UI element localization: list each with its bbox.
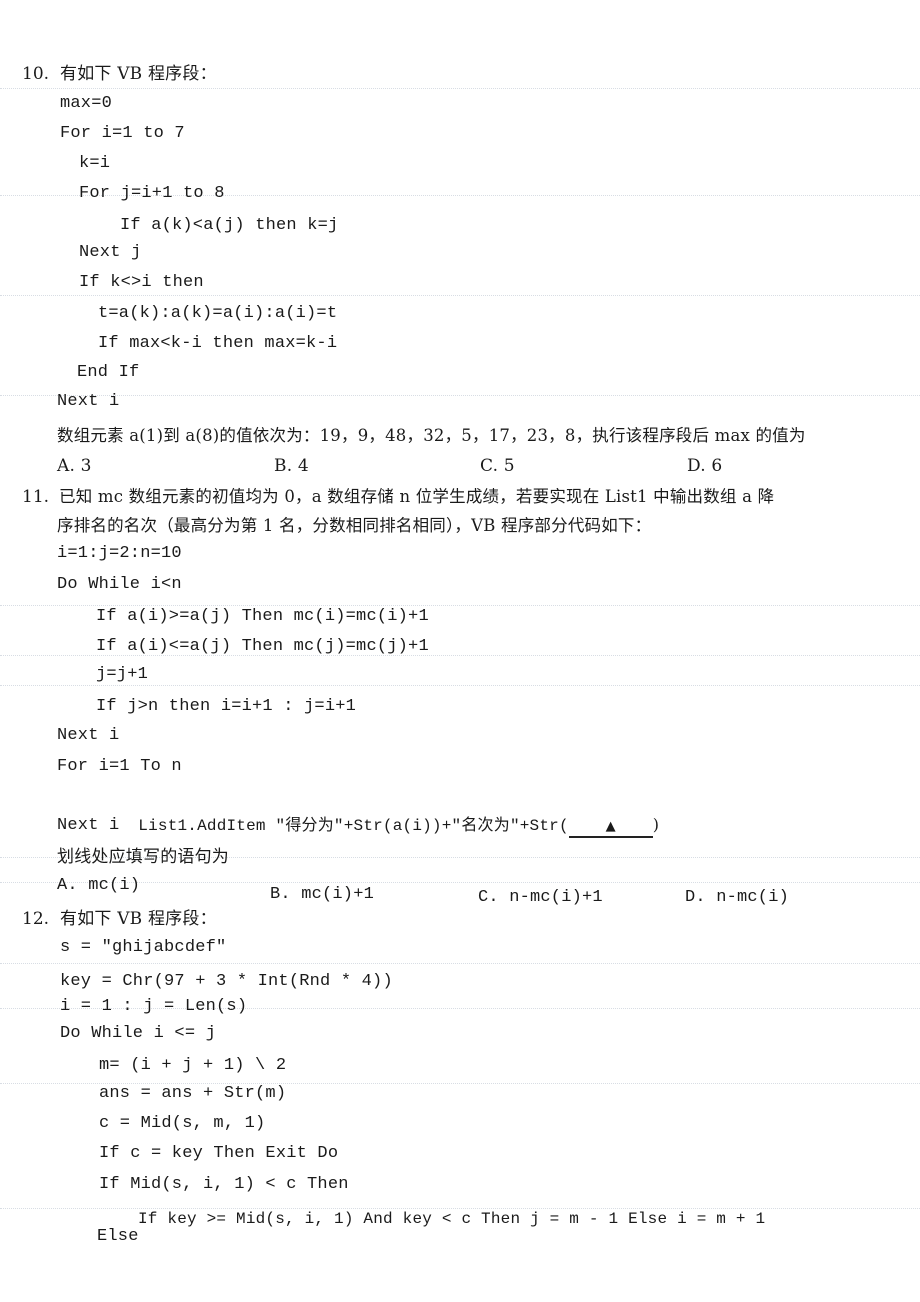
- code-line: If c = key Then Exit Do: [99, 1144, 339, 1163]
- code-line: max=0: [60, 94, 113, 113]
- question-number: 12.: [22, 909, 50, 929]
- answer-blank[interactable]: ▲: [568, 816, 653, 838]
- code-line: t=a(k):a(k)=a(i):a(i)=t: [98, 304, 338, 323]
- question-text: 划线处应填写的语句为: [57, 847, 229, 867]
- code-line: For i=1 to 7: [60, 124, 185, 143]
- question-stem: 有如下 VB 程序段：: [60, 909, 217, 929]
- code-line: m= (i + j + 1) \ 2: [99, 1056, 287, 1075]
- scan-line: [0, 963, 920, 964]
- scan-line: [0, 295, 920, 296]
- close-paren: ): [652, 815, 660, 834]
- code-line: Do While i <= j: [60, 1024, 217, 1043]
- option-a[interactable]: A. 3: [57, 455, 92, 477]
- option-a[interactable]: A. mc(i): [57, 875, 140, 897]
- code-line: Next i: [57, 816, 120, 835]
- code-line: c = Mid(s, m, 1): [99, 1114, 266, 1133]
- code-line: Next j: [79, 243, 142, 262]
- option-d[interactable]: D. n-mc(i): [685, 887, 789, 909]
- code-line: If Mid(s, i, 1) < c Then: [99, 1175, 349, 1194]
- code-line: Else: [97, 1227, 139, 1246]
- code-line: ans = ans + Str(m): [99, 1084, 287, 1103]
- question-number: 10.: [22, 64, 50, 84]
- code-line: If a(i)>=a(j) Then mc(i)=mc(i)+1: [96, 607, 429, 626]
- code-line: End If: [77, 363, 140, 382]
- question-text: 数组元素 a(1)到 a(8)的值依次为：19，9，48，32，5，17，23，…: [57, 426, 806, 445]
- triangle-marker-icon: ▲: [605, 819, 616, 834]
- question-number: 11.: [22, 487, 50, 507]
- scan-line: [0, 88, 920, 89]
- code-line: For i=1 To n: [57, 757, 182, 776]
- option-c[interactable]: C. n-mc(i)+1: [478, 887, 603, 909]
- code-line: If k<>i then: [79, 273, 204, 292]
- code-line: j=j+1: [96, 665, 149, 684]
- option-b[interactable]: B. 4: [274, 455, 309, 477]
- code-line: i = 1 : j = Len(s): [60, 997, 248, 1016]
- scan-line: [0, 395, 920, 396]
- code-line: i=1:j=2:n=10: [57, 544, 182, 563]
- exam-page: 10. 有如下 VB 程序段： max=0 For i=1 to 7 k=i F…: [0, 0, 920, 1302]
- code-line: Do While i<n: [57, 575, 182, 594]
- option-c[interactable]: C. 5: [480, 455, 515, 477]
- question-stem: 有如下 VB 程序段：: [60, 64, 217, 84]
- code-text: List1.AddItem "得分为"+Str(a(i))+"名次为"+Str(: [138, 817, 569, 835]
- code-line: Next i: [57, 392, 120, 411]
- code-line: If a(i)<=a(j) Then mc(j)=mc(j)+1: [96, 637, 429, 656]
- code-line: For j=i+1 to 8: [79, 184, 225, 203]
- code-line: If a(k)<a(j) then k=j: [120, 216, 339, 235]
- code-line: If max<k-i then max=k-i: [98, 334, 338, 353]
- code-line: If key >= Mid(s, i, 1) And key < c Then …: [138, 1210, 766, 1228]
- code-line: Next i: [57, 726, 120, 745]
- code-line: s = "ghijabcdef": [60, 938, 227, 957]
- question-stem-line-1: 已知 mc 数组元素的初值均为 0，a 数组存储 n 位学生成绩，若要实现在 L…: [59, 487, 775, 506]
- question-stem-line-2: 序排名的名次（最高分为第 1 名，分数相同排名相同），VB 程序部分代码如下：: [57, 516, 652, 535]
- code-line: If j>n then i=i+1 : j=i+1: [96, 697, 357, 716]
- code-line: k=i: [79, 154, 111, 173]
- code-line: key = Chr(97 + 3 * Int(Rnd * 4)): [60, 972, 393, 991]
- option-d[interactable]: D. 6: [687, 455, 722, 477]
- option-b[interactable]: B. mc(i)+1: [270, 884, 374, 906]
